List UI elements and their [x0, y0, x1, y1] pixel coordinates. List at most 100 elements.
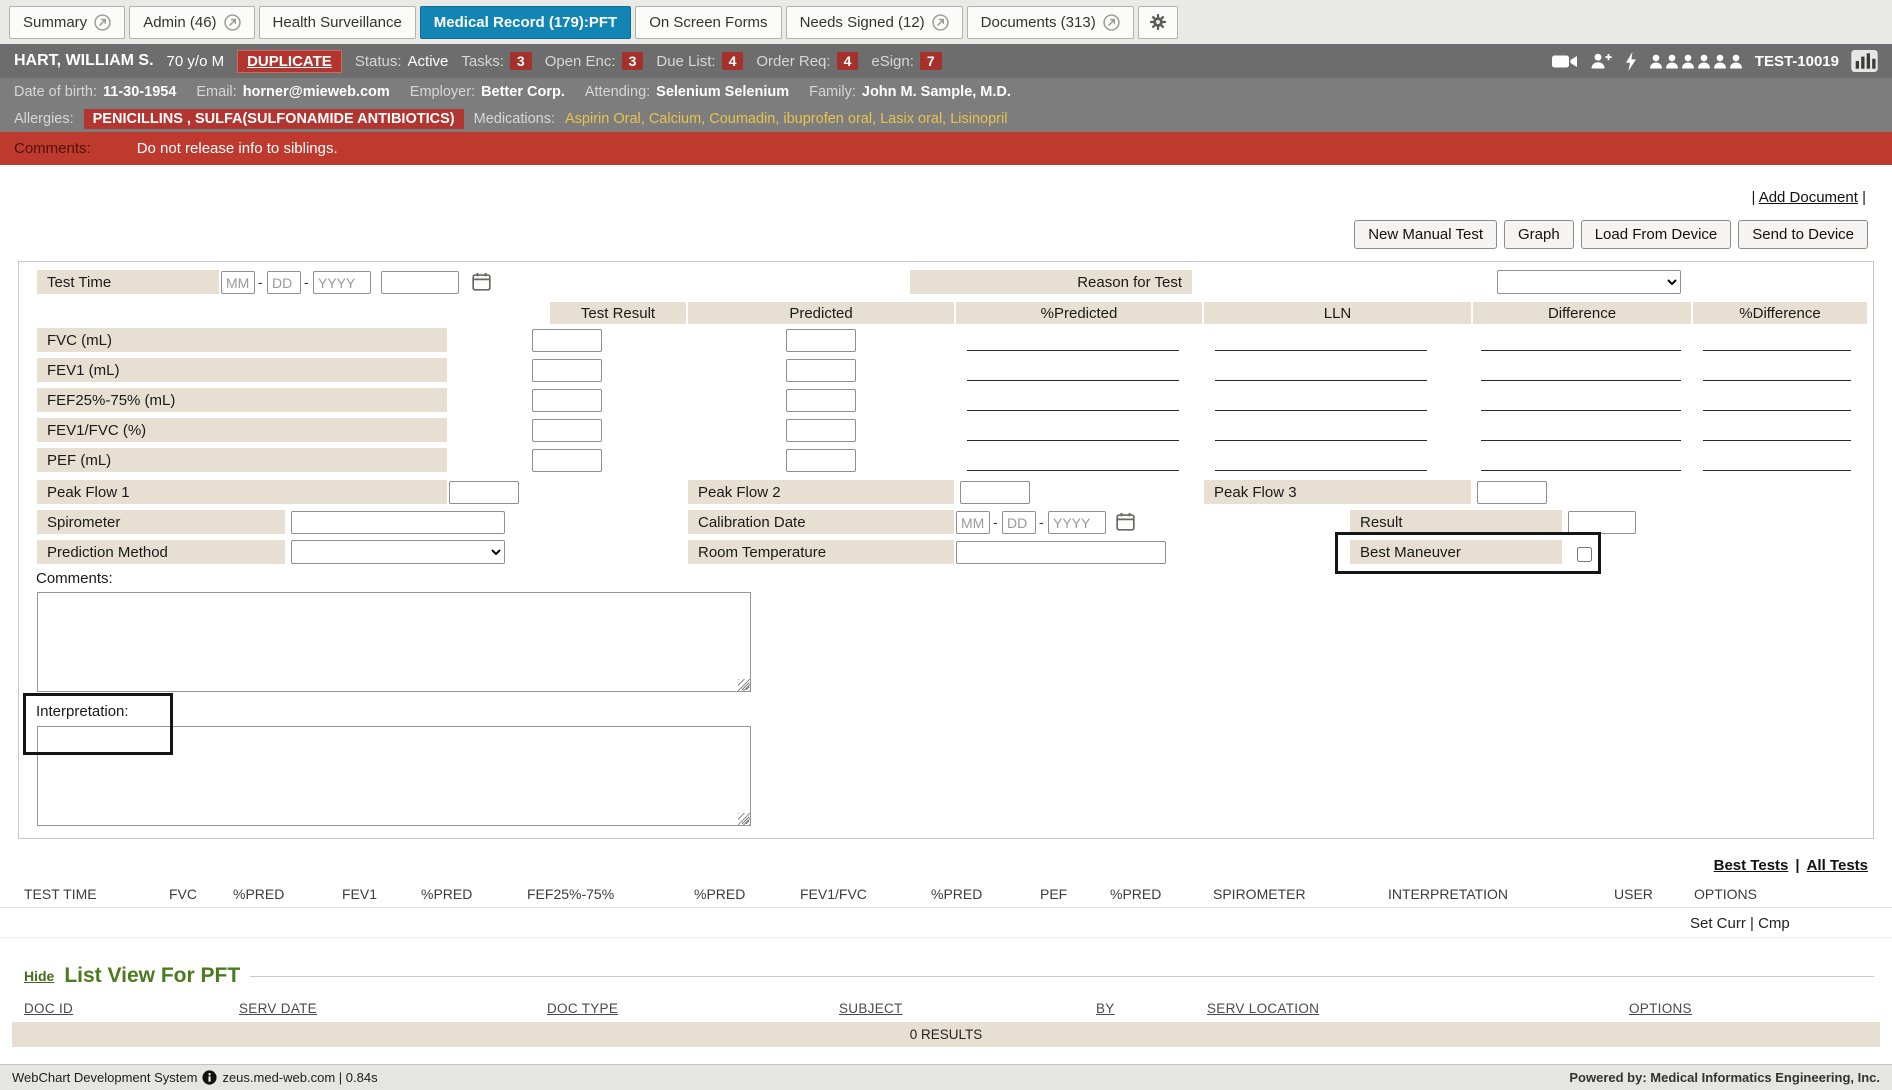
care-team-icons[interactable]	[1649, 54, 1743, 69]
fev1-fvc-percent-difference-line	[1703, 440, 1851, 441]
fev1-test-result-input[interactable]	[532, 359, 602, 382]
tab-summary[interactable]: Summary	[9, 6, 125, 39]
esign-label: eSign:	[871, 53, 914, 70]
col-doc-id[interactable]: DOC ID	[24, 1001, 73, 1016]
best-maneuver-checkbox[interactable]	[1577, 547, 1592, 562]
best-tests-link[interactable]: Best Tests	[1714, 857, 1789, 874]
popout-icon[interactable]	[224, 14, 241, 31]
reason-for-test-select[interactable]	[1497, 270, 1681, 294]
calibration-calendar-button[interactable]	[1115, 512, 1135, 532]
col-test-time: TEST TIME	[24, 886, 97, 902]
esign-group: eSign: 7	[871, 52, 941, 70]
tab-admin[interactable]: Admin (46)	[129, 6, 254, 39]
tab-medical-record-active[interactable]: Medical Record (179):PFT	[420, 6, 631, 39]
pef-predicted-input[interactable]	[786, 449, 856, 472]
fvc-test-result-input[interactable]	[532, 329, 602, 352]
best-maneuver-label: Best Maneuver	[1350, 540, 1562, 564]
load-from-device-button[interactable]: Load From Device	[1581, 220, 1732, 249]
lightning-icon[interactable]	[1625, 52, 1637, 71]
peak-flow-1-input[interactable]	[449, 481, 519, 504]
video-camera-icon[interactable]	[1552, 54, 1578, 69]
room-temperature-input[interactable]	[956, 541, 1166, 564]
form-comments-textarea[interactable]	[37, 592, 751, 692]
col-interpretation: INTERPRETATION	[1388, 886, 1508, 902]
col-serv-date[interactable]: SERV DATE	[239, 1001, 317, 1016]
esign-badge[interactable]: 7	[920, 52, 942, 70]
tasks-label: Tasks:	[461, 53, 504, 70]
col-serv-location[interactable]: SERV LOCATION	[1207, 1001, 1319, 1016]
col-lv-options[interactable]: OPTIONS	[1629, 1001, 1692, 1016]
results-table-header: TEST TIME FVC %PRED FEV1 %PRED FEF25%-75…	[0, 878, 1892, 908]
pef-percent-difference-line	[1703, 470, 1851, 471]
demographics-bar: Date of birth: 11-30-1954 Email: horner@…	[0, 78, 1892, 105]
test-time-dd-input[interactable]	[267, 271, 301, 294]
fef-difference-line	[1481, 410, 1681, 411]
tab-documents[interactable]: Documents (313)	[967, 6, 1134, 39]
due-list-badge[interactable]: 4	[722, 52, 744, 70]
open-enc-label: Open Enc:	[545, 53, 616, 70]
test-time-mm-input[interactable]	[221, 271, 255, 294]
family-group: Family: John M. Sample, M.D.	[809, 84, 1011, 100]
column-header-lln: LLN	[1204, 302, 1471, 324]
open-enc-badge[interactable]: 3	[622, 52, 644, 70]
list-view-header: DOC ID SERV DATE DOC TYPE SUBJECT BY SER…	[0, 997, 1892, 1022]
add-document-link[interactable]: Add Document	[1759, 189, 1858, 206]
date-separator: -	[304, 274, 309, 290]
interpretation-textarea[interactable]	[37, 726, 751, 826]
hide-link[interactable]: Hide	[24, 968, 54, 984]
spirometer-input[interactable]	[291, 511, 505, 534]
test-time-time-input[interactable]	[381, 271, 459, 294]
col-subject[interactable]: SUBJECT	[839, 1001, 903, 1016]
fef-predicted-input[interactable]	[786, 389, 856, 412]
chart-icon[interactable]	[1851, 50, 1878, 72]
tab-needs-signed[interactable]: Needs Signed (12)	[786, 6, 963, 39]
settings-tab[interactable]	[1138, 6, 1178, 39]
col-pred-3: %PRED	[694, 886, 745, 902]
tasks-badge[interactable]: 3	[510, 52, 532, 70]
peak-flow-3-input[interactable]	[1477, 481, 1547, 504]
tab-health-surveillance[interactable]: Health Surveillance	[259, 6, 416, 39]
footer-host: zeus.med-web.com | 0.84s	[222, 1070, 377, 1085]
test-time-yyyy-input[interactable]	[313, 271, 371, 294]
col-doc-type[interactable]: DOC TYPE	[547, 1001, 618, 1016]
fvc-percent-predicted-line	[967, 350, 1179, 351]
prediction-method-select[interactable]	[291, 540, 505, 564]
calibration-mm-input[interactable]	[956, 511, 990, 534]
family-value: John M. Sample, M.D.	[862, 84, 1011, 100]
email-group: Email: horner@mieweb.com	[196, 84, 389, 100]
fev1-percent-predicted-line	[967, 380, 1179, 381]
popout-icon[interactable]	[94, 14, 111, 31]
fev1-fvc-predicted-input[interactable]	[786, 419, 856, 442]
tab-on-screen-forms[interactable]: On Screen Forms	[635, 6, 781, 39]
test-time-calendar-button[interactable]	[471, 272, 491, 292]
add-person-icon[interactable]	[1590, 53, 1613, 69]
fef-test-result-input[interactable]	[532, 389, 602, 412]
row-label-fvc: FVC (mL)	[37, 328, 447, 352]
calibration-yyyy-input[interactable]	[1048, 511, 1106, 534]
order-req-badge[interactable]: 4	[837, 52, 859, 70]
fvc-difference-line	[1481, 350, 1681, 351]
all-tests-link[interactable]: All Tests	[1807, 857, 1868, 874]
info-icon[interactable]	[202, 1070, 217, 1085]
peak-flow-2-input[interactable]	[960, 481, 1030, 504]
col-by[interactable]: BY	[1096, 1001, 1115, 1016]
pef-test-result-input[interactable]	[532, 449, 602, 472]
popout-icon[interactable]	[932, 14, 949, 31]
popout-icon[interactable]	[1103, 14, 1120, 31]
result-input[interactable]	[1568, 511, 1636, 534]
col-spirometer: SPIROMETER	[1213, 886, 1306, 902]
new-manual-test-button[interactable]: New Manual Test	[1354, 220, 1497, 249]
col-user: USER	[1614, 886, 1653, 902]
fev1-fvc-test-result-input[interactable]	[532, 419, 602, 442]
fvc-predicted-input[interactable]	[786, 329, 856, 352]
family-label: Family:	[809, 84, 856, 100]
send-to-device-button[interactable]: Send to Device	[1738, 220, 1868, 249]
fev1-predicted-input[interactable]	[786, 359, 856, 382]
calibration-dd-input[interactable]	[1002, 511, 1036, 534]
duplicate-flag[interactable]: DUPLICATE	[237, 50, 342, 73]
set-curr-cmp-links[interactable]: Set Curr | Cmp	[1690, 915, 1790, 932]
row-label-fev1-fvc: FEV1/FVC (%)	[37, 418, 447, 442]
graph-button[interactable]: Graph	[1504, 220, 1574, 249]
room-temperature-label: Room Temperature	[688, 540, 954, 564]
pef-percent-predicted-line	[967, 470, 1179, 471]
